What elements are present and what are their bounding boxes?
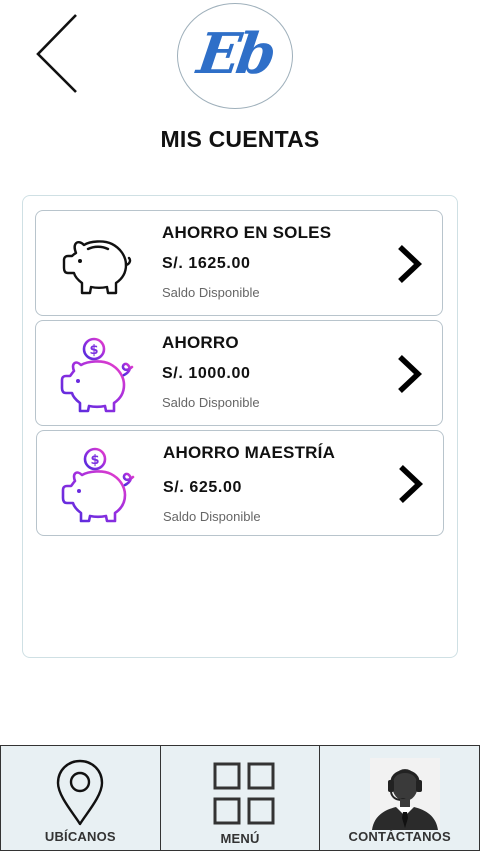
piggy-bank-outline-icon [62,240,132,295]
chevron-right-icon [399,465,424,503]
location-pin-icon [56,759,104,826]
account-card-ahorro-maestria[interactable]: $ AHORRO MAESTRÍA S/. 625.00 Saldo Dispo… [36,430,444,536]
nav-menu[interactable]: MENÚ [159,745,321,851]
account-card-ahorro-en-soles[interactable]: AHORRO EN SOLES S/. 1625.00 Saldo Dispon… [35,210,443,316]
back-button[interactable] [30,12,86,98]
nav-label: UBÍCANOS [44,829,116,844]
brand-logo: Eb [177,3,293,109]
nav-label: MENÚ [220,831,260,846]
grid-menu-icon [213,762,275,825]
nav-ubicanos[interactable]: UBÍCANOS [0,745,161,851]
page-title: MIS CUENTAS [160,126,320,152]
nav-contactanos[interactable]: CONTÁCTANOS [319,745,480,851]
account-name: AHORRO MAESTRÍA [163,443,336,462]
svg-text:$: $ [90,453,99,468]
svg-text:$: $ [89,343,98,358]
account-card-ahorro[interactable]: $ AHORRO S/. 1000.00 Saldo Disponible [35,320,443,426]
bottom-navigation: UBÍCANOS MENÚ CONTÁCTANOS [0,745,480,851]
piggy-bank-coin-icon: $ [61,447,135,523]
nav-label: CONTÁCTANOS [348,829,451,844]
account-balance: S/. 1625.00 [162,255,251,272]
chevron-right-icon [398,355,423,393]
chevron-left-icon [36,14,77,93]
support-agent-icon [370,758,441,830]
piggy-bank-coin-icon: $ [60,337,134,413]
chevron-right-icon [398,245,423,283]
balance-caption: Saldo Disponible [162,395,260,410]
account-balance: S/. 625.00 [163,479,242,496]
account-balance: S/. 1000.00 [162,365,251,382]
account-name: AHORRO EN SOLES [162,223,332,242]
account-name: AHORRO [162,333,239,352]
balance-caption: Saldo Disponible [163,509,261,524]
logo-text: Eb [193,21,277,87]
balance-caption: Saldo Disponible [162,285,260,300]
